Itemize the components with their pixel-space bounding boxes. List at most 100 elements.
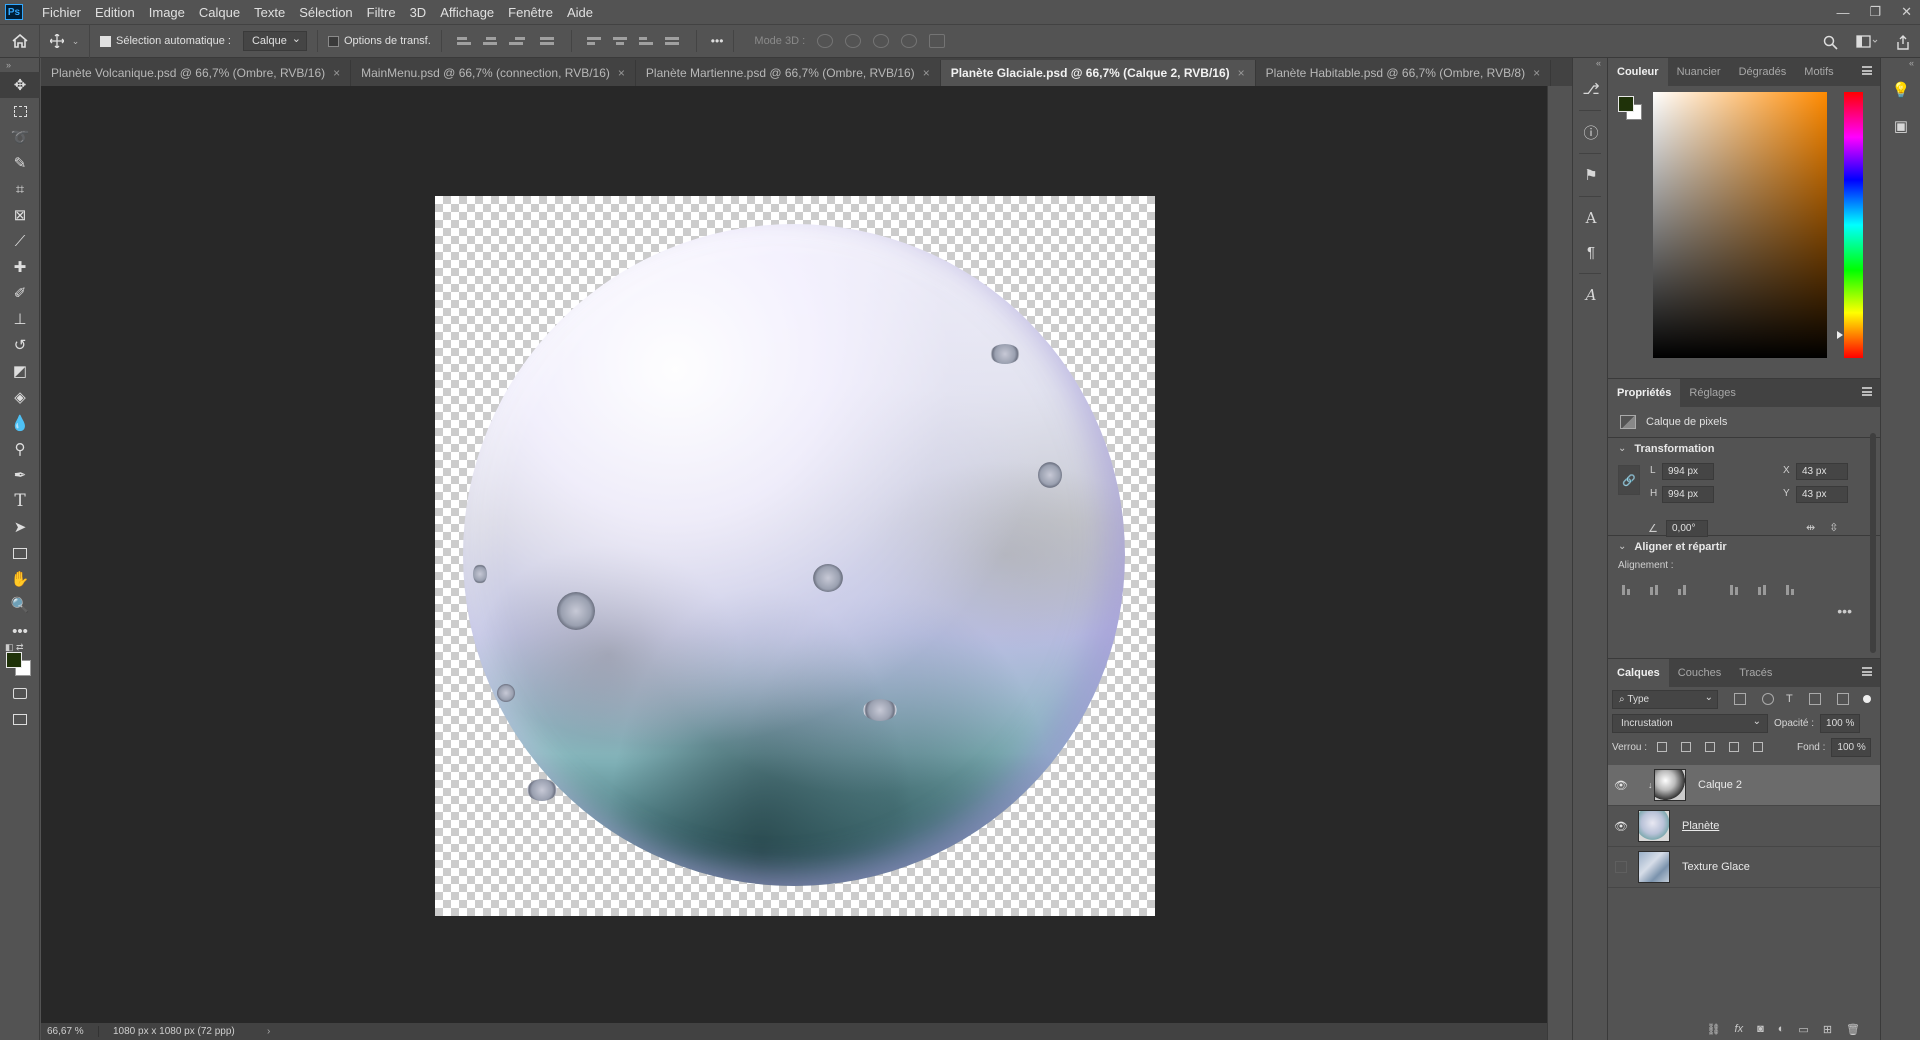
- angle-input[interactable]: 0,00°: [1666, 520, 1708, 537]
- tab-planete-volcanique[interactable]: Planète Volcanique.psd @ 66,7% (Ombre, R…: [41, 60, 352, 86]
- transform-section-header[interactable]: ⌄ Transformation: [1608, 437, 1880, 459]
- eraser-icon[interactable]: ◩: [0, 358, 40, 384]
- visibility-toggle-off[interactable]: [1615, 861, 1627, 873]
- more-options-icon[interactable]: •••: [1608, 603, 1880, 623]
- move-tool-icon[interactable]: ✥: [0, 72, 40, 98]
- glyphs-panel-icon[interactable]: A: [1573, 278, 1609, 312]
- libraries-panel-icon[interactable]: ▣: [1881, 108, 1920, 144]
- collapse-panel-icon[interactable]: «: [1881, 58, 1920, 72]
- quick-selection-icon[interactable]: ✎: [0, 150, 40, 176]
- link-dimensions-icon[interactable]: 🔗: [1618, 465, 1640, 495]
- tab-mainmenu[interactable]: MainMenu.psd @ 66,7% (connection, RVB/16…: [351, 60, 636, 86]
- lock-artboard-icon[interactable]: [1729, 742, 1740, 752]
- mask-icon[interactable]: ◙: [1757, 1023, 1764, 1035]
- libraries-panel-icon[interactable]: ⚑: [1573, 158, 1609, 192]
- menu-selection[interactable]: Sélection: [292, 5, 359, 20]
- orbit-3d-icon[interactable]: [817, 34, 834, 48]
- paragraph-panel-icon[interactable]: ¶: [1573, 235, 1609, 269]
- filter-pixel-icon[interactable]: [1734, 693, 1746, 705]
- character-panel-icon[interactable]: A: [1573, 201, 1609, 235]
- more-options-icon[interactable]: •••: [711, 34, 724, 48]
- transform-options-checkbox[interactable]: [327, 35, 339, 47]
- tab-couleur[interactable]: Couleur: [1608, 58, 1668, 86]
- zoom-level[interactable]: 66,67 %: [41, 1026, 99, 1037]
- hand-tool-icon[interactable]: ✋: [0, 566, 40, 592]
- tab-planete-glaciale[interactable]: Planète Glaciale.psd @ 66,7% (Calque 2, …: [940, 60, 1256, 86]
- more-tools-icon[interactable]: •••: [0, 618, 40, 644]
- lock-position-icon[interactable]: [1705, 742, 1716, 752]
- align-top-icon[interactable]: [586, 34, 603, 48]
- properties-scrollbar[interactable]: [1870, 433, 1876, 653]
- rectangle-tool-icon[interactable]: [0, 540, 40, 566]
- zoom-tool-icon[interactable]: 🔍: [0, 592, 40, 618]
- close-tab-icon[interactable]: ×: [1533, 66, 1540, 80]
- filter-smart-object-icon[interactable]: [1836, 693, 1849, 705]
- align-left-icon[interactable]: [456, 34, 473, 48]
- paint-bucket-icon[interactable]: ◈: [0, 384, 40, 410]
- align-middle-v-icon[interactable]: [612, 34, 629, 48]
- panel-menu-icon[interactable]: [1862, 66, 1872, 75]
- menu-texte[interactable]: Texte: [247, 5, 292, 20]
- filter-adjustment-icon[interactable]: [1762, 693, 1774, 705]
- foreground-color-swatch[interactable]: [1618, 96, 1634, 112]
- filter-shape-icon[interactable]: [1808, 693, 1821, 705]
- fill-input[interactable]: 100 %: [1831, 737, 1872, 757]
- move-tool-preset[interactable]: ⌄: [40, 24, 90, 58]
- blur-tool-icon[interactable]: 💧: [0, 410, 40, 436]
- layer-row-texture-glace[interactable]: Texture Glace: [1608, 847, 1880, 888]
- lock-transparency-icon[interactable]: [1657, 742, 1668, 752]
- collapse-panel-icon[interactable]: «: [1573, 58, 1607, 72]
- panel-menu-icon[interactable]: [1862, 667, 1872, 676]
- canvas-area[interactable]: [41, 86, 1547, 1023]
- roll-3d-icon[interactable]: [845, 34, 862, 48]
- restore-button[interactable]: ❐: [1869, 4, 1881, 20]
- align-bottom-icon[interactable]: [638, 34, 655, 48]
- auto-select-target-dropdown[interactable]: Calque: [242, 31, 307, 51]
- opacity-input[interactable]: 100 %: [1820, 713, 1861, 733]
- layer-row-planete[interactable]: 👁 Planète: [1608, 806, 1880, 847]
- screen-mode-icon[interactable]: [0, 706, 40, 732]
- align-middle-v-icon[interactable]: [1754, 583, 1770, 595]
- lock-all-icon[interactable]: [1753, 742, 1764, 752]
- group-icon[interactable]: ▭: [1798, 1023, 1808, 1036]
- pen-tool-icon[interactable]: ✒: [0, 462, 40, 488]
- filter-toggle-icon[interactable]: [1862, 695, 1871, 703]
- layer-row-calque-2[interactable]: 👁 ↓ Calque 2: [1608, 765, 1880, 806]
- minimize-button[interactable]: —: [1836, 5, 1849, 20]
- close-window-button[interactable]: ✕: [1901, 4, 1912, 20]
- healing-brush-icon[interactable]: ✚: [0, 254, 40, 280]
- close-tab-icon[interactable]: ×: [618, 66, 625, 80]
- layer-name[interactable]: Calque 2: [1698, 779, 1742, 791]
- color-swatches[interactable]: ◧ ⇄: [0, 642, 40, 680]
- type-tool-icon[interactable]: T: [0, 488, 40, 514]
- pan-3d-icon[interactable]: [873, 34, 890, 48]
- tab-traces[interactable]: Tracés: [1730, 659, 1781, 687]
- menu-fichier[interactable]: Fichier: [35, 5, 88, 20]
- align-right-icon[interactable]: [1674, 583, 1690, 595]
- x-input[interactable]: 43 px: [1796, 463, 1848, 480]
- align-right-icon[interactable]: [508, 34, 525, 48]
- trash-icon[interactable]: 🗑: [1846, 1023, 1860, 1036]
- menu-edition[interactable]: Edition: [88, 5, 142, 20]
- collapse-tools-icon[interactable]: »: [0, 58, 39, 72]
- tab-couches[interactable]: Couches: [1669, 659, 1730, 687]
- dodge-tool-icon[interactable]: ⚲: [0, 436, 40, 462]
- search-icon[interactable]: [1823, 35, 1838, 50]
- tab-planete-martienne[interactable]: Planète Martienne.psd @ 66,7% (Ombre, RV…: [635, 60, 941, 86]
- lock-pixels-icon[interactable]: [1681, 742, 1692, 752]
- home-button[interactable]: [0, 24, 40, 58]
- distribute-v-icon[interactable]: [664, 34, 681, 48]
- menu-3d[interactable]: 3D: [403, 5, 434, 20]
- menu-affichage[interactable]: Affichage: [433, 5, 501, 20]
- width-input[interactable]: 994 px: [1662, 463, 1714, 480]
- history-panel-icon[interactable]: ⎇: [1573, 72, 1609, 106]
- document-canvas[interactable]: [435, 196, 1155, 916]
- history-brush-icon[interactable]: ↺: [0, 332, 40, 358]
- lasso-tool-icon[interactable]: ➰: [0, 124, 40, 150]
- align-center-h-icon[interactable]: [1646, 583, 1662, 595]
- brush-tool-icon[interactable]: ✐: [0, 280, 40, 306]
- adjustment-icon[interactable]: ◐: [1778, 1023, 1785, 1035]
- align-bottom-icon[interactable]: [1782, 583, 1798, 595]
- crop-tool-icon[interactable]: ⌗: [0, 176, 40, 202]
- marquee-tool-icon[interactable]: [0, 98, 40, 124]
